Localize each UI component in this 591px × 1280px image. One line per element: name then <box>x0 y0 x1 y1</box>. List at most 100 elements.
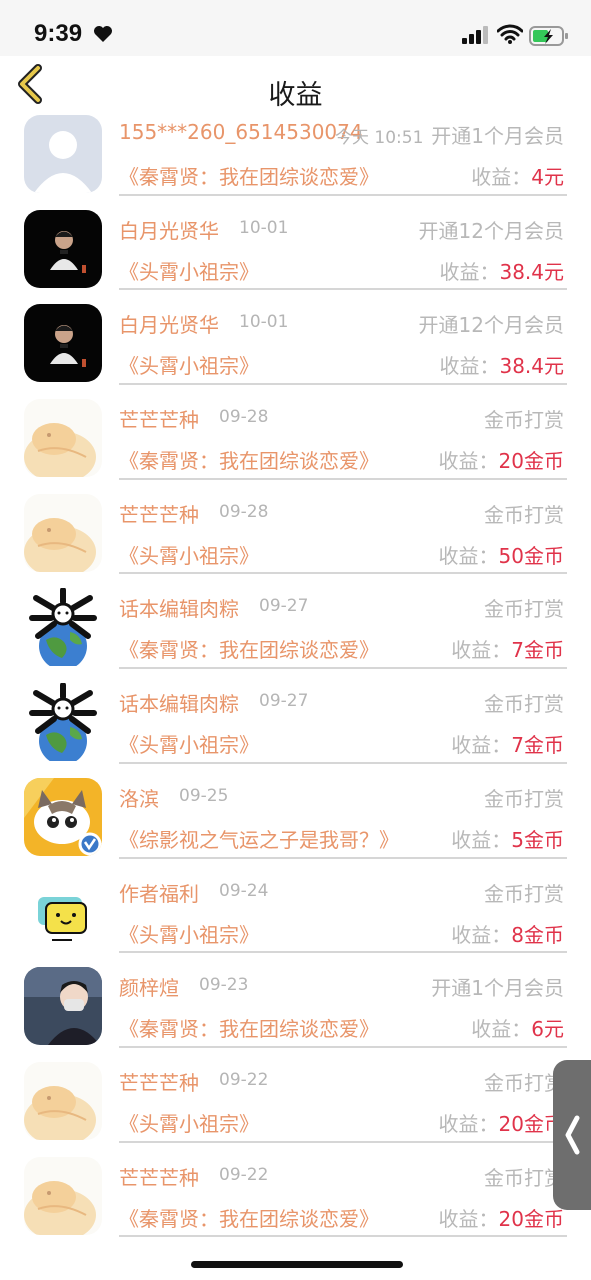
earnings: 收益：50金币 <box>439 540 564 569</box>
date-label: 09-22 <box>219 1069 269 1090</box>
book-title[interactable]: 《头霄小祖宗》 <box>119 256 259 285</box>
earnings: 收益：38.4元 <box>439 350 564 379</box>
book-title[interactable]: 《秦霄贤：我在团综谈恋爱》 <box>119 445 379 474</box>
earnings: 收益：20金币 <box>439 1108 564 1137</box>
earnings: 收益：20金币 <box>439 1203 564 1232</box>
date-label: 09-24 <box>219 880 269 901</box>
page-title: 收益 <box>268 80 323 111</box>
avatar[interactable] <box>24 777 102 856</box>
date-label: 09-25 <box>179 785 229 806</box>
avatar[interactable] <box>24 1061 102 1140</box>
transaction-type: 开通1个月会员 <box>431 124 564 148</box>
date-label: 09-28 <box>219 407 269 428</box>
book-title[interactable]: 《秦霄贤：我在团综谈恋爱》 <box>119 1203 379 1232</box>
divider <box>119 477 567 480</box>
earnings-value: 4元 <box>531 165 564 189</box>
user-name[interactable]: 芒芒芒种 <box>119 1067 199 1096</box>
book-title[interactable]: 《秦霄贤：我在团综谈恋爱》 <box>119 1013 379 1042</box>
user-name[interactable]: 话本编辑肉粽 <box>119 688 239 717</box>
earnings-label: 收益： <box>438 543 499 568</box>
user-name[interactable]: 话本编辑肉粽 <box>119 593 239 622</box>
list-item[interactable]: 白月光贤华 10-01 开通12个月会员 《头霄小祖宗》 收益：38.4元 <box>0 301 591 396</box>
earnings-value: 5金币 <box>511 827 564 852</box>
user-name[interactable]: 白月光贤华 <box>119 309 219 338</box>
earnings-label: 收益： <box>439 354 500 379</box>
book-title[interactable]: 《秦霄贤：我在团综谈恋爱》 <box>119 161 379 190</box>
wifi-icon <box>497 24 523 44</box>
avatar[interactable] <box>24 399 102 478</box>
earnings-label: 收益： <box>471 1017 532 1042</box>
book-title[interactable]: 《秦霄贤：我在团综谈恋爱》 <box>119 634 379 663</box>
divider <box>119 1235 567 1238</box>
divider <box>119 761 567 764</box>
status-time: 9:39 <box>34 20 83 47</box>
earnings-label: 收益： <box>438 1206 499 1231</box>
date-label: 今天 10:51 <box>335 128 424 148</box>
earnings-label: 收益： <box>471 165 532 189</box>
battery-icon <box>529 26 568 46</box>
earnings-value: 7金币 <box>511 638 564 663</box>
divider <box>119 856 567 859</box>
earnings-list: 155***260_6514530074 今天 10:51 开通1个月会员 《秦霄贤：… <box>0 112 591 1248</box>
date-label: 09-27 <box>259 596 309 617</box>
earnings-value: 8金币 <box>511 922 564 947</box>
earnings-label: 收益： <box>438 1111 499 1136</box>
earnings-label: 收益： <box>451 922 512 947</box>
user-name[interactable]: 芒芒芒种 <box>119 404 199 433</box>
earnings: 收益：38.4元 <box>439 256 564 285</box>
list-item[interactable]: 话本编辑肉粽 09-27 金币打赏 《头霄小祖宗》 收益：7金币 <box>0 680 591 775</box>
list-item[interactable]: 155***260_6514530074 今天 10:51 开通1个月会员《秦霄贤：… <box>0 112 591 207</box>
avatar[interactable] <box>24 115 102 193</box>
user-name[interactable]: 155***260_6514530074 <box>119 120 363 144</box>
avatar[interactable] <box>24 588 102 667</box>
user-name[interactable]: 白月光贤华 <box>119 215 219 244</box>
earnings-label: 收益： <box>451 733 512 758</box>
list-item[interactable]: 芒芒芒种 09-22 金币打赏 《秦霄贤：我在团综谈恋爱》 收益：20金币 <box>0 1154 591 1249</box>
home-indicator[interactable] <box>191 1261 403 1268</box>
book-title[interactable]: 《头霄小祖宗》 <box>119 540 259 569</box>
avatar[interactable] <box>24 1156 102 1235</box>
heart-icon <box>94 26 112 42</box>
user-name[interactable]: 芒芒芒种 <box>119 499 199 528</box>
earnings-label: 收益： <box>438 449 499 474</box>
list-item[interactable]: 作者福利 09-24 金币打赏 《头霄小祖宗》 收益：8金币 <box>0 870 591 965</box>
book-title[interactable]: 《头霄小祖宗》 <box>119 1108 259 1137</box>
avatar[interactable] <box>24 304 102 383</box>
date-label: 09-23 <box>199 975 249 996</box>
list-item[interactable]: 话本编辑肉粽 09-27 金币打赏 《秦霄贤：我在团综谈恋爱》 收益：7金币 <box>0 585 591 680</box>
status-bar: 9:39 <box>0 0 591 56</box>
list-item[interactable]: 颜梓煊 09-23 开通1个月会员《秦霄贤：我在团综谈恋爱》 收益：6元 <box>0 964 591 1059</box>
list-item[interactable]: 芒芒芒种 09-28 金币打赏 《秦霄贤：我在团综谈恋爱》 收益：20金币 <box>0 396 591 491</box>
book-title[interactable]: 《头霄小祖宗》 <box>119 919 259 948</box>
list-item[interactable]: 洛滨 09-25 金币打赏 《综影视之气运之子是我哥？》 收益：5金币 <box>0 775 591 870</box>
divider <box>119 193 567 196</box>
list-item[interactable]: 芒芒芒种 09-28 金币打赏 《头霄小祖宗》 收益：50金币 <box>0 491 591 586</box>
side-panel-handle[interactable] <box>553 1060 591 1210</box>
signal-icon <box>462 26 488 44</box>
book-title[interactable]: 《头霄小祖宗》 <box>119 350 259 379</box>
transaction-type: 开通12个月会员 <box>418 313 564 338</box>
nav-bar: 收益 <box>0 56 591 112</box>
list-item[interactable]: 白月光贤华 10-01 开通12个月会员 《头霄小祖宗》 收益：38.4元 <box>0 207 591 302</box>
divider <box>119 1140 567 1143</box>
user-name[interactable]: 芒芒芒种 <box>119 1162 199 1191</box>
earnings: 收益：7金币 <box>451 729 564 758</box>
avatar[interactable] <box>24 209 102 288</box>
avatar[interactable] <box>24 967 102 1046</box>
user-name[interactable]: 作者福利 <box>119 878 199 907</box>
earnings-value: 6元 <box>531 1017 564 1042</box>
avatar[interactable] <box>24 493 102 572</box>
transaction-type: 金币打赏 <box>484 786 564 811</box>
earnings-label: 收益： <box>439 259 500 284</box>
earnings-value: 20金币 <box>498 1206 564 1231</box>
book-title[interactable]: 《综影视之气运之子是我哥？》 <box>119 824 399 853</box>
user-name[interactable]: 颜梓煊 <box>119 972 179 1001</box>
avatar[interactable] <box>24 872 102 951</box>
book-title[interactable]: 《头霄小祖宗》 <box>119 729 259 758</box>
user-name[interactable]: 洛滨 <box>119 783 159 812</box>
transaction-type: 开通1个月会员 <box>431 976 564 1001</box>
list-item[interactable]: 芒芒芒种 09-22 金币打赏 《头霄小祖宗》 收益：20金币 <box>0 1059 591 1154</box>
avatar[interactable] <box>24 683 102 762</box>
earnings: 收益：20金币 <box>439 445 564 474</box>
earnings: 收益：6元 <box>471 1013 564 1042</box>
